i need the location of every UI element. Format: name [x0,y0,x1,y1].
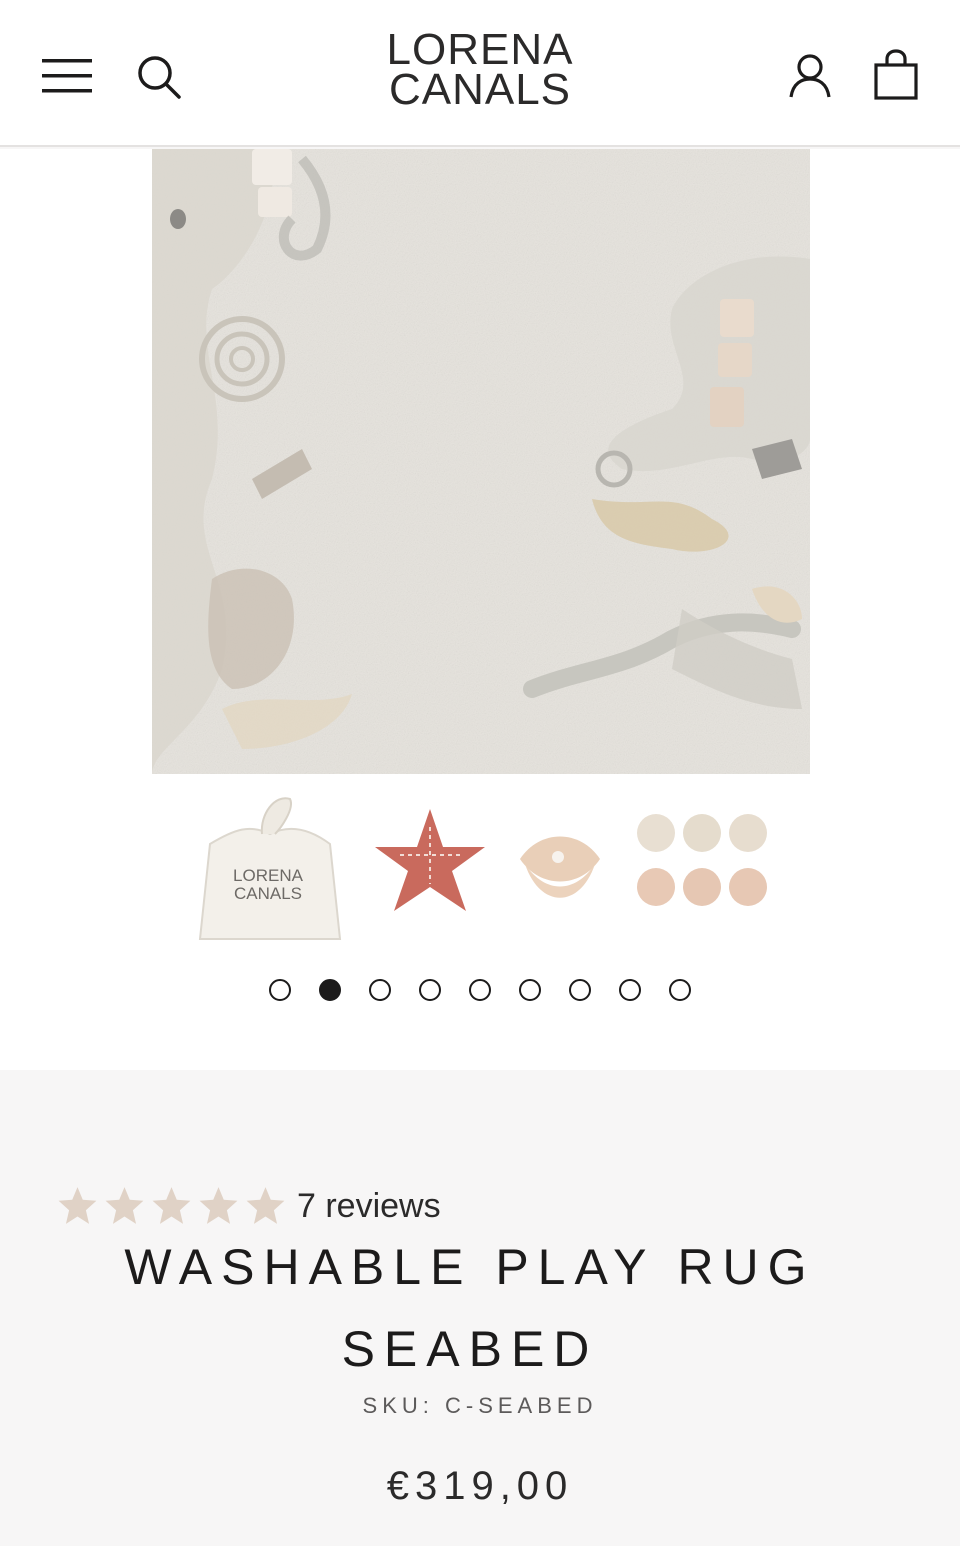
logo-line-1: LORENA [386,25,574,74]
menu-button[interactable] [34,46,102,106]
accessories-image[interactable]: LORENA CANALS [180,789,780,949]
slide-dot-1[interactable] [269,979,291,1001]
brand-logo[interactable]: LORENA CANALS [340,25,620,120]
slide-indicators [0,979,960,1009]
rating-stars [56,1185,287,1227]
slide-dot-6[interactable] [519,979,541,1001]
account-button[interactable] [776,44,844,108]
bag-logo-line-1: LORENA [233,866,304,885]
search-icon [138,56,181,99]
star-icon [246,1187,285,1224]
slide-dot-9[interactable] [669,979,691,1001]
star-icon [105,1187,144,1224]
user-account-icon [789,54,831,98]
star-icon [152,1187,191,1224]
product-sku: SKU: C-SEABED [362,1393,598,1418]
star-icon [58,1187,97,1224]
logo-line-2: CANALS [388,65,572,114]
cart-button[interactable] [862,42,930,108]
search-button[interactable] [128,46,190,108]
bag-logo-line-2: CANALS [234,884,302,903]
slide-dot-8[interactable] [619,979,641,1001]
slide-dot-2[interactable] [319,979,341,1001]
slide-dot-7[interactable] [569,979,591,1001]
slide-dot-3[interactable] [369,979,391,1001]
rug-image[interactable] [152,149,810,774]
shopping-bag-icon [874,49,918,100]
star-icon [199,1187,238,1224]
slide-dot-5[interactable] [469,979,491,1001]
product-title: WASHABLE PLAY RUG SEABED [124,1239,816,1377]
slide-dot-4[interactable] [419,979,441,1001]
site-header: LORENA CANALS [0,0,960,147]
product-gallery[interactable]: LORENA CANALS [0,149,960,1070]
product-price: €319,00 [386,1464,574,1508]
hamburger-menu-icon [42,59,92,93]
product-rating[interactable]: 7 reviews [56,1182,441,1230]
reviews-link[interactable]: 7 reviews [297,1187,441,1226]
